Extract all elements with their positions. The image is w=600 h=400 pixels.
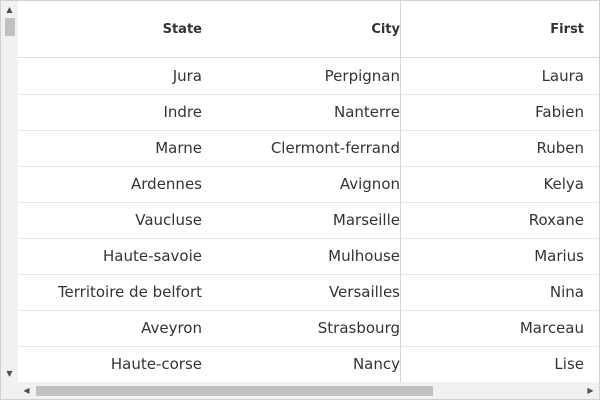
frozen-column-divider[interactable] xyxy=(400,1,401,382)
scroll-left-icon[interactable]: ◀ xyxy=(18,382,35,399)
vertical-scrollbar[interactable]: ▲ ▼ xyxy=(1,1,18,382)
cell-state[interactable]: Jura xyxy=(18,58,202,94)
cell-state[interactable]: Vaucluse xyxy=(18,202,202,238)
table-row[interactable]: Vaucluse Marseille Roxane xyxy=(18,202,599,239)
column-header-first[interactable]: First xyxy=(401,1,584,57)
cell-first[interactable]: Nina xyxy=(401,274,584,310)
horizontal-scroll-thumb[interactable] xyxy=(36,386,433,396)
cell-state[interactable]: Haute-savoie xyxy=(18,238,202,274)
table-row[interactable]: Ardennes Avignon Kelya xyxy=(18,166,599,203)
table-row[interactable]: Indre Nanterre Fabien xyxy=(18,94,599,131)
data-grid: State City First Jura Perpignan Laura In… xyxy=(0,0,600,400)
cell-first[interactable]: Marius xyxy=(401,238,584,274)
cell-first[interactable]: Fabien xyxy=(401,94,584,130)
cell-state[interactable]: Marne xyxy=(18,130,202,166)
scroll-down-icon[interactable]: ▼ xyxy=(1,365,18,382)
cell-state[interactable]: Ardennes xyxy=(18,166,202,202)
column-header-state[interactable]: State xyxy=(18,1,202,57)
cell-city[interactable]: Nanterre xyxy=(218,94,400,130)
cell-first[interactable]: Kelya xyxy=(401,166,584,202)
cell-city[interactable]: Clermont-ferrand xyxy=(218,130,400,166)
table-row[interactable]: Territoire de belfort Versailles Nina xyxy=(18,274,599,311)
cell-first[interactable]: Ruben xyxy=(401,130,584,166)
horizontal-scrollbar[interactable]: ◀ ▶ xyxy=(18,382,599,399)
cell-city[interactable]: Mulhouse xyxy=(218,238,400,274)
cell-first[interactable]: Laura xyxy=(401,58,584,94)
cell-state[interactable]: Indre xyxy=(18,94,202,130)
table-row[interactable]: Marne Clermont-ferrand Ruben xyxy=(18,130,599,167)
scroll-right-icon[interactable]: ▶ xyxy=(582,382,599,399)
cell-first[interactable]: Marceau xyxy=(401,310,584,346)
cell-state[interactable]: Aveyron xyxy=(18,310,202,346)
scroll-up-icon[interactable]: ▲ xyxy=(1,1,18,18)
table-row[interactable]: Haute-corse Nancy Lise xyxy=(18,346,599,382)
cell-city[interactable]: Marseille xyxy=(218,202,400,238)
cell-city[interactable]: Versailles xyxy=(218,274,400,310)
grid-body: State City First Jura Perpignan Laura In… xyxy=(18,1,599,382)
cell-first[interactable]: Roxane xyxy=(401,202,584,238)
column-header-city[interactable]: City xyxy=(218,1,400,57)
cell-state[interactable]: Territoire de belfort xyxy=(18,274,202,310)
table-row[interactable]: Aveyron Strasbourg Marceau xyxy=(18,310,599,347)
cell-state[interactable]: Haute-corse xyxy=(18,346,202,382)
table-row[interactable]: Jura Perpignan Laura xyxy=(18,58,599,95)
vertical-scroll-thumb[interactable] xyxy=(5,18,15,36)
cell-city[interactable]: Avignon xyxy=(218,166,400,202)
cell-first[interactable]: Lise xyxy=(401,346,584,382)
cell-city[interactable]: Nancy xyxy=(218,346,400,382)
cell-city[interactable]: Strasbourg xyxy=(218,310,400,346)
table-row[interactable]: Haute-savoie Mulhouse Marius xyxy=(18,238,599,275)
scrollbar-corner xyxy=(1,382,18,399)
header-row: State City First xyxy=(18,1,599,58)
cell-city[interactable]: Perpignan xyxy=(218,58,400,94)
